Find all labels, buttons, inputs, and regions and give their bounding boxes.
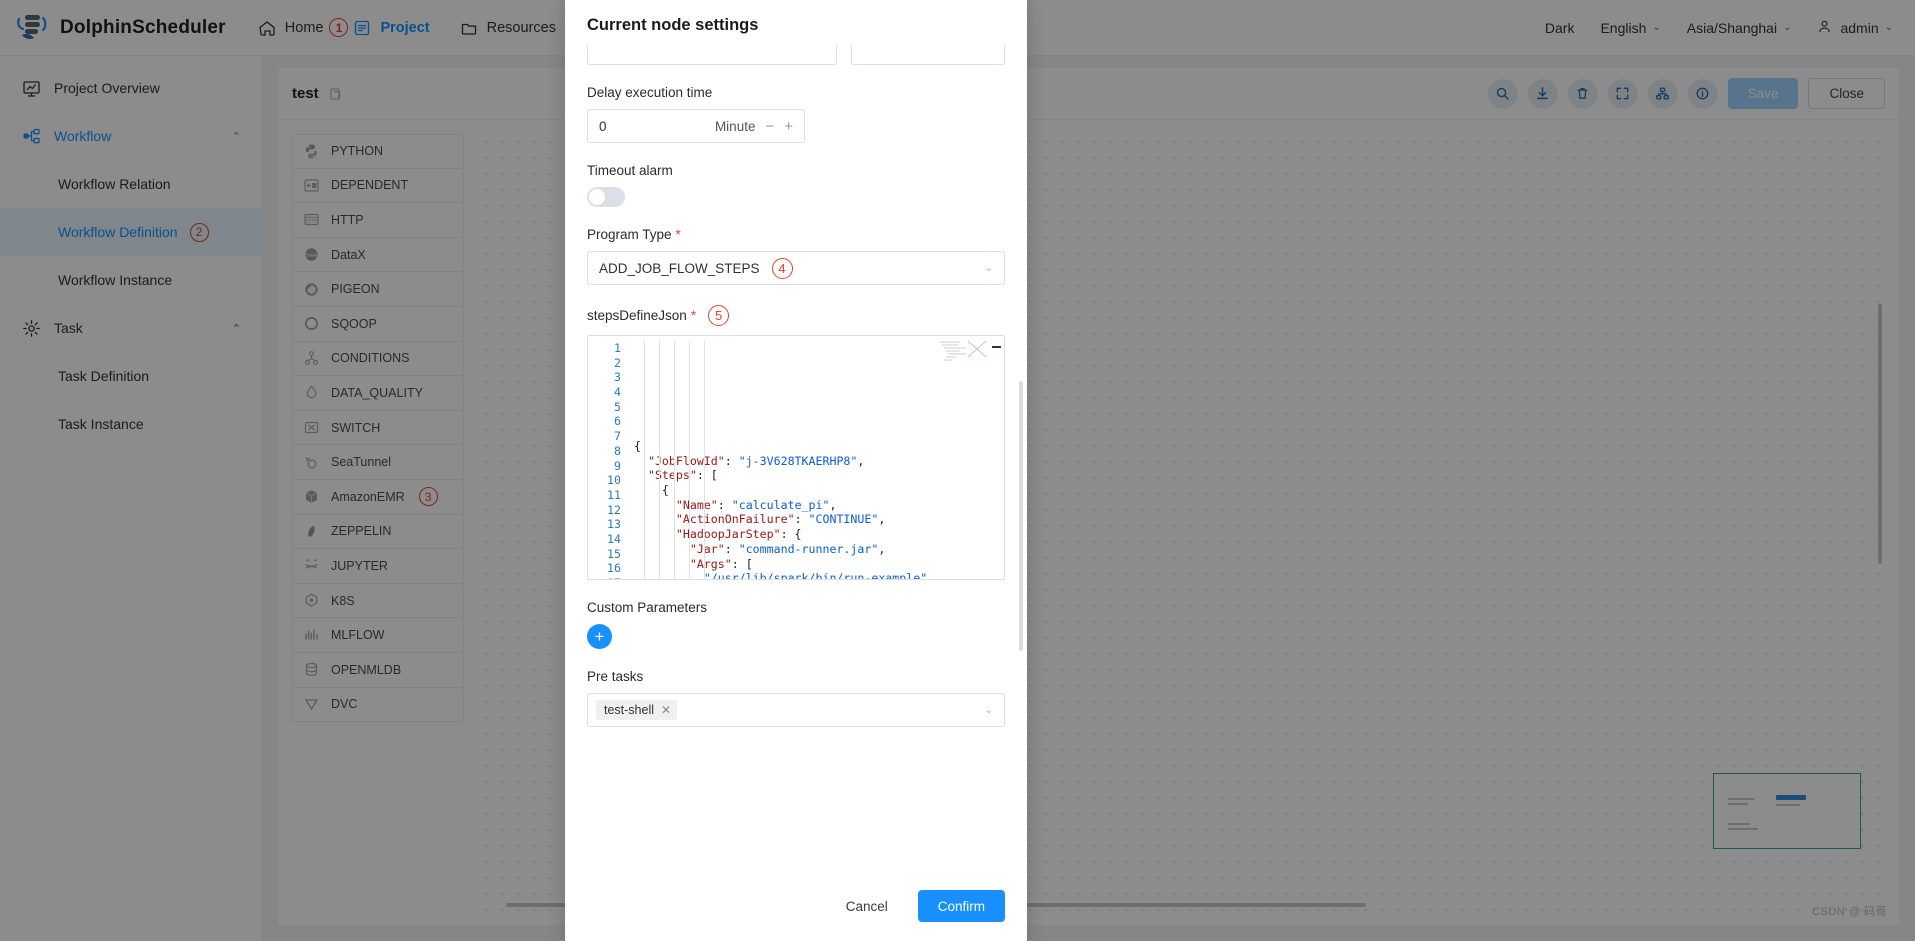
editor-line: "Jar": "command-runner.jar", bbox=[689, 541, 886, 556]
delay-unit: Minute bbox=[714, 118, 756, 134]
editor-collapse-icon[interactable] bbox=[992, 346, 1001, 348]
confirm-button[interactable]: Confirm bbox=[917, 890, 1005, 922]
editor-line-number: 7 bbox=[614, 429, 621, 444]
pre-tasks-select[interactable]: test-shell ✕ ⌄ bbox=[587, 693, 1005, 727]
program-type-select[interactable]: ADD_JOB_FLOW_STEPS 4 ⌄ bbox=[587, 251, 1005, 285]
required-asterisk: * bbox=[675, 227, 681, 242]
editor-line-number: 17 bbox=[588, 576, 628, 579]
custom-parameters-label: Custom Parameters bbox=[587, 600, 708, 615]
editor-line: { bbox=[634, 439, 641, 453]
editor-line-number: 1 bbox=[614, 341, 621, 355]
editor-line: "HadoopJarStep": { bbox=[675, 527, 802, 542]
pre-task-tag-label: test-shell bbox=[604, 703, 655, 717]
annotation-badge-4: 4 bbox=[771, 257, 793, 279]
pre-tasks-field: Pre tasks test-shell ✕ ⌄ bbox=[587, 669, 1005, 727]
steps-define-json-field: stepsDefineJson * 5 1 2 3 4 5 6 7 8 9 10 11 12 13 14 1… bbox=[587, 305, 1005, 580]
chevron-down-icon: ⌄ bbox=[984, 704, 993, 716]
editor-line-number: 3 bbox=[614, 370, 621, 385]
editor-minimap bbox=[938, 339, 990, 365]
dialog-body: Delay execution time 0 Minute − + Timeou… bbox=[565, 41, 1027, 871]
current-node-settings-dialog: Current node settings Delay execution ti… bbox=[565, 0, 1027, 941]
editor-line: "Name": "calculate_pi", bbox=[675, 497, 837, 512]
close-icon[interactable]: ✕ bbox=[661, 703, 671, 717]
editor-line-number: 13 bbox=[607, 517, 621, 532]
custom-parameters-field: Custom Parameters + bbox=[587, 600, 1005, 649]
editor-line-number: 5 bbox=[614, 399, 621, 414]
timeout-alarm-label: Timeout alarm bbox=[587, 163, 673, 178]
stepper-plus-icon[interactable]: + bbox=[784, 118, 793, 135]
editor-line-number: 9 bbox=[614, 458, 621, 473]
annotation-badge-5: 5 bbox=[708, 305, 730, 326]
steps-define-json-label-text: stepsDefineJson bbox=[587, 308, 687, 323]
editor-line-number: 8 bbox=[614, 443, 621, 458]
steps-define-json-label: stepsDefineJson * 5 bbox=[587, 305, 1005, 326]
editor-line: "Args": [ bbox=[689, 556, 753, 571]
delay-value: 0 bbox=[599, 118, 607, 134]
timeout-alarm-field: Timeout alarm bbox=[587, 163, 1005, 207]
dialog-title: Current node settings bbox=[587, 16, 759, 34]
editor-line-number: 12 bbox=[607, 502, 621, 517]
editor-line: "ActionOnFailure": "CONTINUE", bbox=[675, 512, 886, 527]
clipped-field-right[interactable] bbox=[851, 45, 1005, 65]
editor-line: "JobFlowId": "j-3V628TKAERHP8", bbox=[647, 453, 865, 468]
program-type-label-text: Program Type bbox=[587, 227, 672, 242]
pre-tasks-label: Pre tasks bbox=[587, 669, 644, 684]
editor-line-numbers: 1234567891011121314151617 bbox=[588, 336, 628, 579]
editor-line: { bbox=[661, 483, 669, 498]
editor-line: "/usr/lib/spark/bin/run-example", bbox=[703, 571, 935, 579]
delay-execution-time-label: Delay execution time bbox=[587, 85, 713, 100]
delay-execution-time-field: Delay execution time 0 Minute − + bbox=[587, 85, 1005, 143]
editor-line-number: 15 bbox=[607, 546, 621, 561]
steps-define-json-editor[interactable]: 1234567891011121314151617 { "JobFlowId":… bbox=[587, 335, 1005, 580]
dialog-footer: Cancel Confirm bbox=[565, 871, 1027, 941]
editor-line-number: 2 bbox=[614, 355, 621, 370]
clipped-field-left[interactable] bbox=[587, 45, 838, 65]
cancel-button[interactable]: Cancel bbox=[827, 890, 906, 922]
timeout-alarm-toggle[interactable] bbox=[587, 187, 625, 207]
editor-line-number: 11 bbox=[607, 487, 621, 502]
program-type-value: ADD_JOB_FLOW_STEPS bbox=[599, 260, 760, 276]
pre-task-tag[interactable]: test-shell ✕ bbox=[596, 700, 678, 720]
delay-execution-time-input[interactable]: 0 Minute − + bbox=[587, 109, 805, 143]
editor-code-area[interactable]: { "JobFlowId": "j-3V628TKAERHP8", "Steps… bbox=[628, 336, 1004, 579]
editor-line-number: 14 bbox=[607, 531, 621, 546]
editor-line: "Steps": [ bbox=[647, 468, 718, 483]
required-asterisk: * bbox=[690, 308, 697, 323]
editor-line-number: 6 bbox=[614, 414, 621, 429]
editor-line-number: 10 bbox=[607, 473, 621, 488]
editor-line-number: 16 bbox=[607, 561, 621, 576]
add-custom-parameter-button[interactable]: + bbox=[587, 624, 612, 649]
clipped-fields-row bbox=[587, 45, 1005, 65]
stepper-minus-icon[interactable]: − bbox=[765, 118, 774, 135]
chevron-down-icon: ⌄ bbox=[984, 262, 993, 274]
program-type-field: Program Type * ADD_JOB_FLOW_STEPS 4 ⌄ bbox=[587, 227, 1005, 285]
editor-line-number: 4 bbox=[614, 385, 621, 400]
dialog-scrollbar[interactable] bbox=[1019, 381, 1023, 651]
program-type-label: Program Type * bbox=[587, 227, 1005, 242]
